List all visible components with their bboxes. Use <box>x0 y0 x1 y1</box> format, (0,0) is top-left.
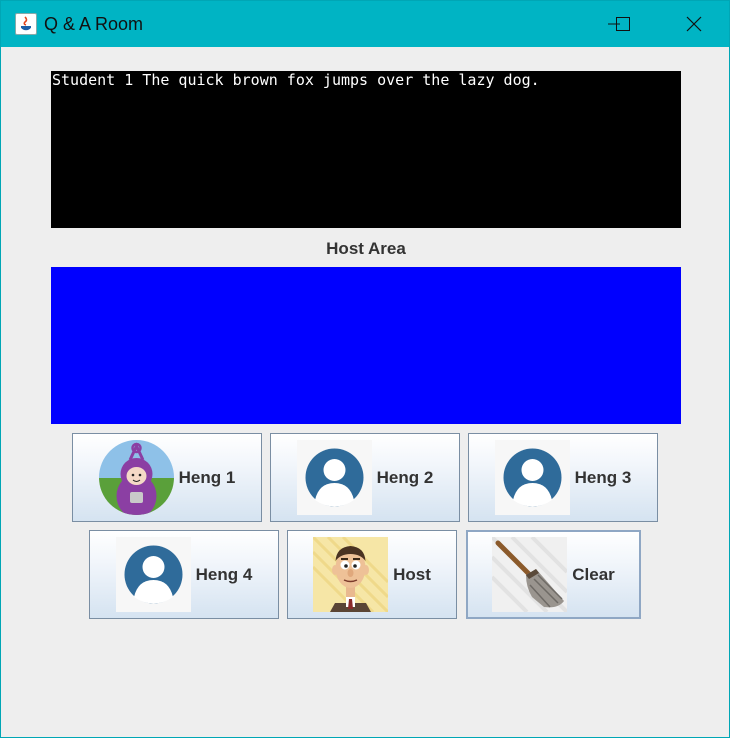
heng-1-button[interactable]: Heng 1 <box>72 433 262 522</box>
teletubby-avatar-icon <box>98 440 174 515</box>
java-app-icon <box>15 13 37 35</box>
user-avatar-icon <box>494 440 570 515</box>
heng-1-label: Heng 1 <box>178 467 236 487</box>
heng-3-button[interactable]: Heng 3 <box>468 433 658 522</box>
content-pane: Student 1 The quick brown fox jumps over… <box>1 47 729 737</box>
title-bar[interactable]: Q & A Room <box>1 1 729 47</box>
heng-2-label: Heng 2 <box>376 467 434 487</box>
app-window: Q & A Room Student 1 The quick brown fox… <box>0 0 730 738</box>
heng-3-label: Heng 3 <box>574 467 632 487</box>
host-area-label: Host Area <box>326 239 406 258</box>
close-icon <box>686 16 702 32</box>
heng-4-label: Heng 4 <box>195 564 253 584</box>
window-title: Q & A Room <box>44 14 144 34</box>
host-label: Host <box>393 564 431 584</box>
message-console[interactable]: Student 1 The quick brown fox jumps over… <box>51 71 681 228</box>
host-area-panel[interactable] <box>51 267 681 424</box>
maximize-button[interactable] <box>600 1 646 47</box>
host-button[interactable]: Host <box>287 530 457 619</box>
heng-2-button[interactable]: Heng 2 <box>270 433 460 522</box>
user-avatar-icon <box>115 537 191 612</box>
heng-4-button[interactable]: Heng 4 <box>89 530 279 619</box>
console-text: Student 1 The quick brown fox jumps over… <box>52 71 540 89</box>
broom-icon <box>492 537 568 612</box>
user-avatar-icon <box>296 440 372 515</box>
close-button[interactable] <box>671 1 717 47</box>
maximize-icon <box>616 17 630 31</box>
cartoon-man-avatar-icon <box>313 537 389 612</box>
clear-button[interactable]: Clear <box>466 530 641 619</box>
clear-label: Clear <box>572 564 615 584</box>
